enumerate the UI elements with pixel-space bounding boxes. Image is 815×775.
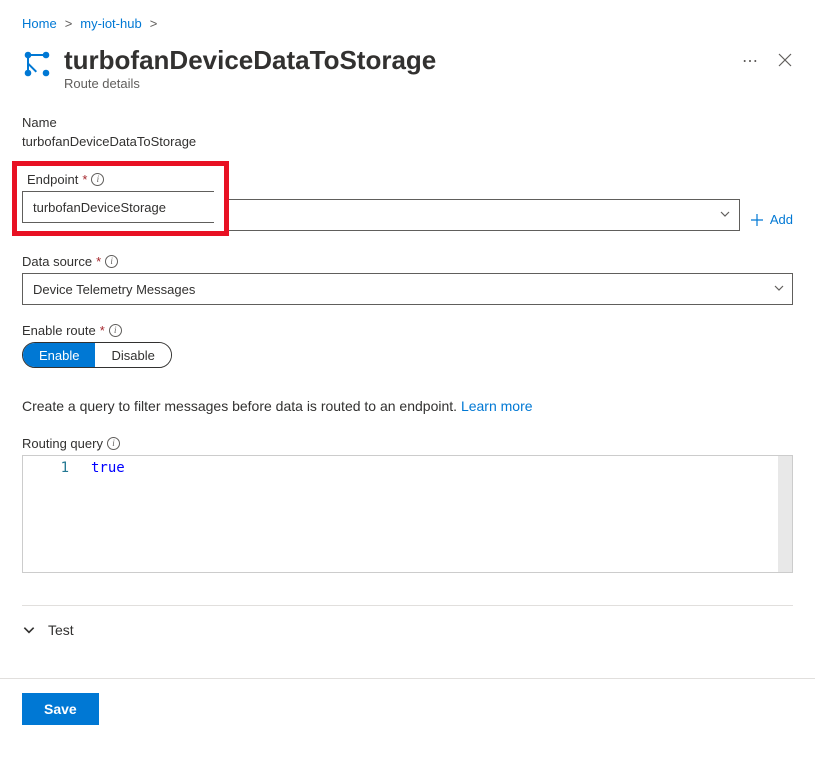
name-label: Name (22, 115, 793, 130)
page-title: turbofanDeviceDataToStorage (64, 45, 742, 76)
breadcrumb: Home > my-iot-hub > (0, 0, 815, 39)
enable-route-toggle: Enable Disable (22, 342, 172, 368)
breadcrumb-separator: > (65, 16, 73, 31)
chevron-down-icon (22, 623, 36, 637)
endpoint-label: Endpoint * i (27, 172, 214, 187)
learn-more-link[interactable]: Learn more (461, 398, 533, 414)
routing-query-field: Routing query i 1 true (22, 436, 793, 573)
required-asterisk: * (100, 323, 105, 338)
name-field: Name turbofanDeviceDataToStorage (22, 115, 793, 149)
data-source-field: Data source * i (22, 254, 793, 305)
breadcrumb-home[interactable]: Home (22, 16, 57, 31)
code-content[interactable]: true (81, 456, 792, 572)
data-source-label: Data source * i (22, 254, 793, 269)
endpoint-select-extension[interactable] (229, 199, 740, 231)
required-asterisk: * (96, 254, 101, 269)
required-asterisk: * (82, 172, 87, 187)
code-gutter: 1 (23, 456, 81, 572)
endpoint-select[interactable]: turbofanDeviceStorage (22, 191, 214, 223)
more-menu-icon[interactable]: ⋯ (742, 51, 759, 71)
page-subtitle: Route details (64, 76, 742, 91)
footer: Save (0, 678, 815, 739)
plus-icon (750, 213, 764, 227)
test-expander[interactable]: Test (22, 605, 793, 654)
close-icon[interactable] (777, 52, 793, 71)
breadcrumb-hub[interactable]: my-iot-hub (80, 16, 141, 31)
save-button[interactable]: Save (22, 693, 99, 725)
name-value: turbofanDeviceDataToStorage (22, 134, 793, 149)
add-endpoint-button[interactable]: Add (750, 212, 793, 227)
disable-button[interactable]: Disable (95, 343, 170, 367)
enable-route-field: Enable route * i Enable Disable (22, 323, 793, 368)
test-label: Test (48, 622, 74, 638)
info-icon[interactable]: i (91, 173, 104, 186)
info-icon[interactable]: i (105, 255, 118, 268)
page-header: turbofanDeviceDataToStorage Route detail… (0, 39, 815, 105)
data-source-select[interactable] (22, 273, 793, 305)
enable-button[interactable]: Enable (23, 343, 95, 367)
info-icon[interactable]: i (109, 324, 122, 337)
endpoint-highlight-box: Endpoint * i turbofanDeviceStorage (12, 161, 229, 236)
route-icon (22, 49, 52, 79)
chevron-down-icon (719, 207, 731, 223)
breadcrumb-separator: > (150, 16, 158, 31)
routing-query-editor[interactable]: 1 true (22, 455, 793, 573)
query-description: Create a query to filter messages before… (22, 398, 793, 414)
info-icon[interactable]: i (107, 437, 120, 450)
enable-route-label: Enable route * i (22, 323, 793, 338)
routing-query-label: Routing query i (22, 436, 793, 451)
